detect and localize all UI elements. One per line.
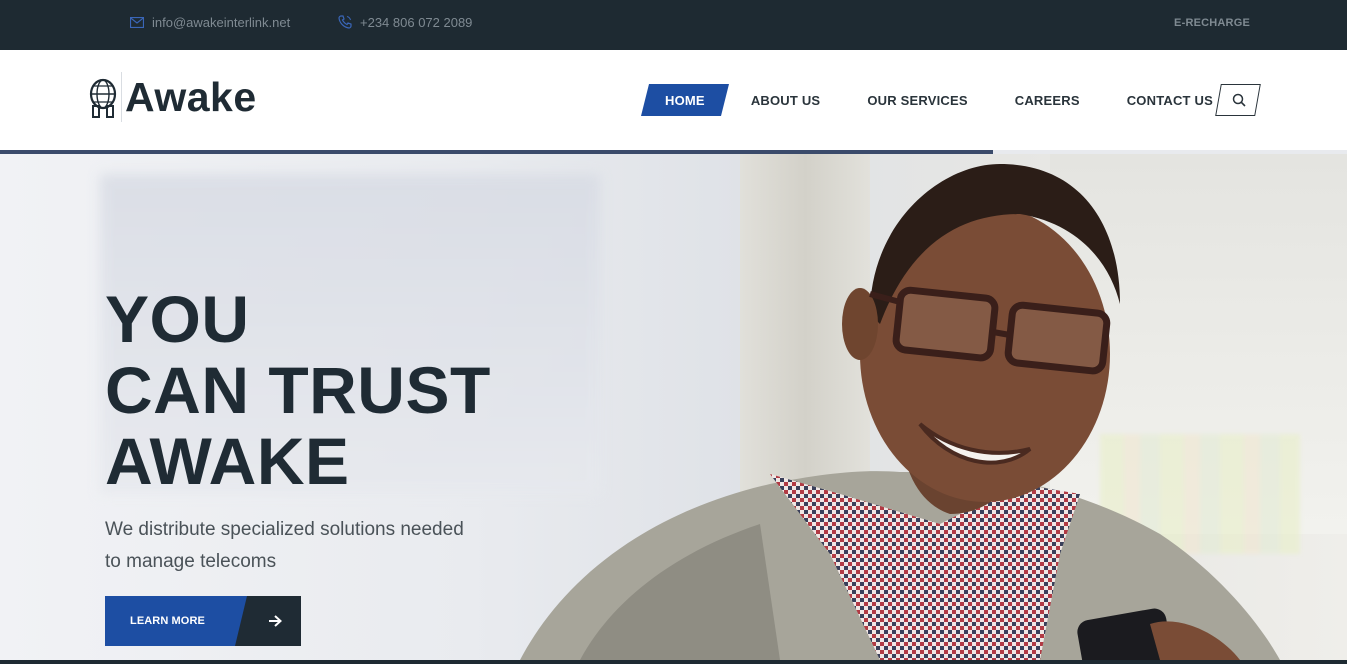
bottom-strip (0, 660, 1347, 664)
headline-line-2: CAN TRUST (105, 353, 491, 427)
phone-icon (338, 15, 352, 29)
logo-mark-icon (89, 78, 117, 118)
nav-contact-us[interactable]: CONTACT US (1127, 84, 1213, 116)
logo[interactable]: Awake (88, 72, 257, 122)
search-button[interactable] (1215, 84, 1261, 116)
headline-line-3: AWAKE (105, 424, 350, 498)
main-nav: HOME ABOUT US OUR SERVICES CAREERS CONTA… (645, 84, 1213, 116)
main-header: Awake HOME ABOUT US OUR SERVICES CAREERS… (0, 50, 1347, 150)
hero-slider: YOU CAN TRUST AWAKE We distribute specia… (0, 154, 1347, 660)
phone-text: +234 806 072 2089 (360, 14, 473, 30)
hero-subtext-line-1: We distribute specialized solutions need… (105, 519, 464, 540)
nav-about-us[interactable]: ABOUT US (751, 84, 821, 116)
nav-home[interactable]: HOME (645, 84, 725, 116)
hero-headline: YOU CAN TRUST AWAKE (105, 284, 491, 497)
logo-divider (121, 72, 122, 122)
email-contact[interactable]: info@awakeinterlink.net (130, 0, 290, 47)
nav-home-label: HOME (665, 92, 705, 108)
top-bar: info@awakeinterlink.net +234 806 072 208… (0, 0, 1347, 50)
mail-icon (130, 15, 144, 29)
brand-name: Awake (125, 73, 257, 120)
e-recharge-link[interactable]: E-RECHARGE (1174, 17, 1250, 29)
nav-careers[interactable]: CAREERS (1015, 84, 1080, 116)
hero-subtext-line-2: to manage telecoms (105, 551, 277, 572)
headline-line-1: YOU (105, 282, 250, 356)
hero-person-photo (520, 164, 1280, 660)
learn-more-label: LEARN MORE (105, 596, 255, 646)
learn-more-button[interactable]: LEARN MORE (105, 596, 301, 646)
nav-our-services[interactable]: OUR SERVICES (867, 84, 967, 116)
phone-contact[interactable]: +234 806 072 2089 (338, 0, 472, 47)
search-icon (1232, 93, 1246, 107)
hero-subtext: We distribute specialized solutions need… (105, 514, 525, 578)
email-text: info@awakeinterlink.net (152, 14, 291, 30)
